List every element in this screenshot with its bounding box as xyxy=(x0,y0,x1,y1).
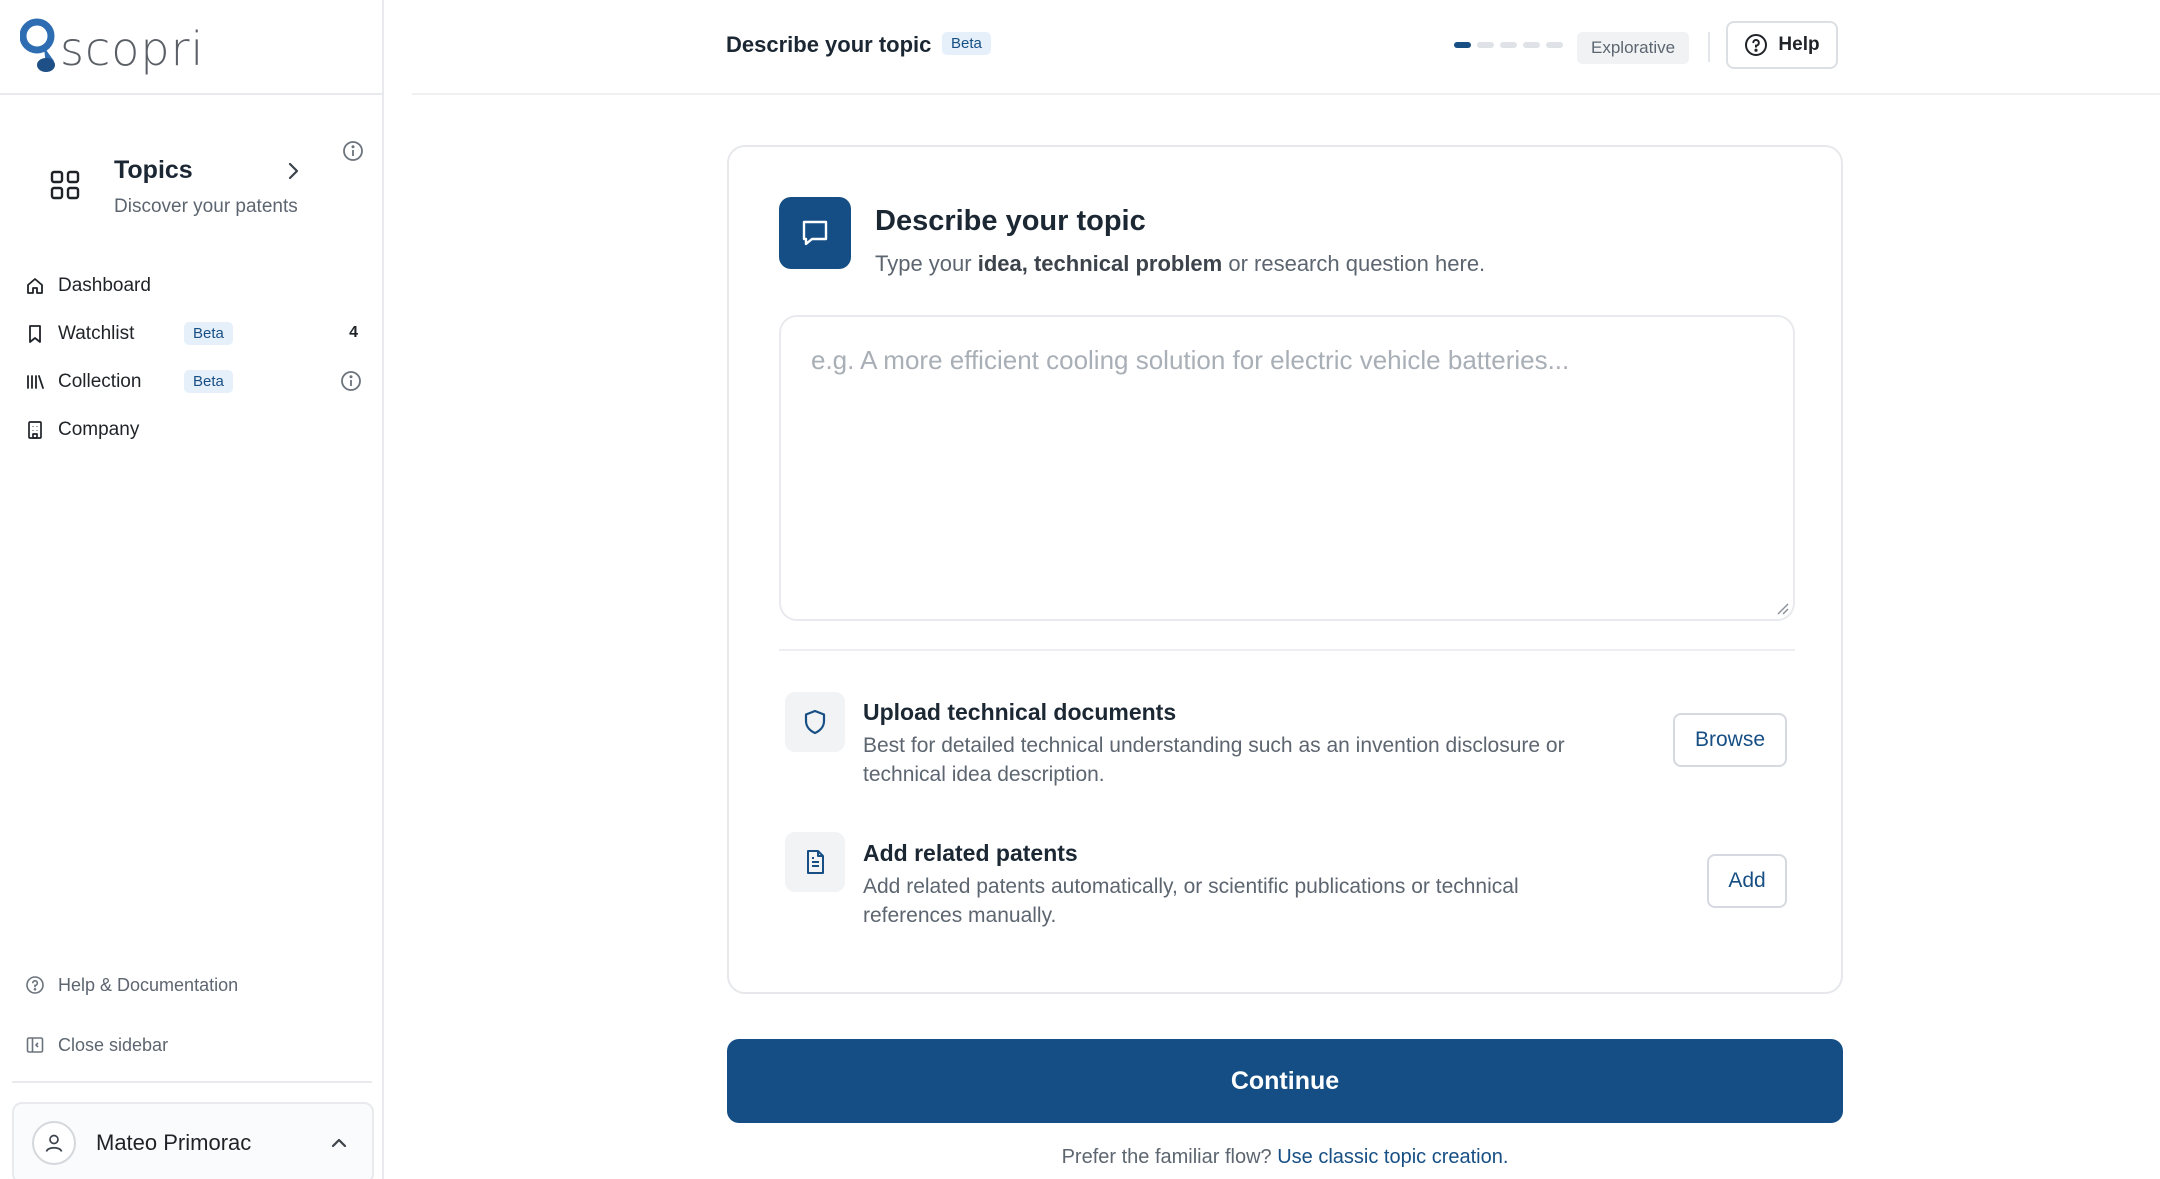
sidebar-item-company[interactable]: Company xyxy=(0,406,384,454)
info-icon[interactable] xyxy=(340,370,362,392)
sidebar-item-label: Watchlist xyxy=(58,323,135,344)
card-subtitle: Type your idea, technical problem or res… xyxy=(875,251,1485,277)
sidebar-bottom-links: Help & Documentation Close sidebar xyxy=(0,955,384,1075)
topic-description-input[interactable] xyxy=(781,317,1793,619)
sidebar-item-dashboard[interactable]: Dashboard xyxy=(0,262,384,310)
card-title: Describe your topic xyxy=(875,205,1146,237)
progress-step xyxy=(1454,42,1471,48)
upload-documents-description: Best for detailed technical understandin… xyxy=(863,734,1565,786)
classic-topic-creation-link[interactable]: Use classic topic creation. xyxy=(1277,1146,1508,1168)
sidebar-item-label: Company xyxy=(58,419,140,440)
beta-badge: Beta xyxy=(184,370,233,393)
help-button[interactable]: Help xyxy=(1726,21,1838,69)
sidebar-divider xyxy=(12,1081,372,1083)
chevron-up-icon[interactable] xyxy=(328,1132,350,1154)
beta-badge: Beta xyxy=(184,322,233,345)
subtitle-suffix: or research question here. xyxy=(1222,251,1486,276)
page-title: Describe your topic xyxy=(726,32,932,57)
subtitle-prefix: Type your xyxy=(875,251,978,276)
avatar xyxy=(32,1121,76,1165)
topics-section[interactable]: Topics Discover your patents xyxy=(0,140,384,230)
sidebar-item-watchlist[interactable]: Watchlist Beta 4 xyxy=(0,310,384,358)
help-circle-icon xyxy=(1745,34,1768,56)
top-bar: Describe your topic Beta Explorative Hel… xyxy=(412,0,2160,95)
add-button[interactable]: Add xyxy=(1707,854,1787,908)
card-divider xyxy=(779,649,1795,651)
add-patents-title: Add related patents xyxy=(863,840,1078,866)
progress-step xyxy=(1546,42,1563,48)
bookmark-icon xyxy=(24,323,46,345)
beta-badge: Beta xyxy=(942,32,991,55)
continue-button[interactable]: Continue xyxy=(727,1039,1843,1123)
watchlist-count: 4 xyxy=(349,324,358,341)
progress-step xyxy=(1500,42,1517,48)
close-sidebar-label: Close sidebar xyxy=(58,1034,169,1055)
help-documentation-link[interactable]: Help & Documentation xyxy=(0,955,384,1015)
help-circle-icon xyxy=(24,974,46,996)
shield-icon xyxy=(785,692,845,752)
progress-step xyxy=(1477,42,1494,48)
step-progress xyxy=(1454,42,1563,48)
sidebar-collapse-icon xyxy=(24,1034,46,1056)
chevron-right-icon[interactable] xyxy=(282,160,304,182)
sidebar-item-label: Collection xyxy=(58,371,142,392)
browse-button[interactable]: Browse xyxy=(1673,713,1787,767)
home-icon xyxy=(24,275,46,297)
document-icon xyxy=(785,832,845,892)
sidebar-nav: Dashboard Watchlist Beta 4 Collection Be… xyxy=(0,262,384,454)
help-button-label: Help xyxy=(1778,34,1820,55)
logo-mark-icon xyxy=(20,18,55,72)
grid-icon xyxy=(50,170,80,200)
help-documentation-label: Help & Documentation xyxy=(58,974,239,995)
library-icon xyxy=(24,371,46,393)
logo-bar: scopri xyxy=(0,0,382,95)
subtitle-emphasis: idea, technical problem xyxy=(977,251,1223,276)
add-patents-description: Add related patents automatically, or sc… xyxy=(863,875,1519,927)
describe-topic-card: Describe your topic Type your idea, tech… xyxy=(727,145,1843,994)
topics-title: Topics xyxy=(114,156,193,184)
user-menu[interactable]: Mateo Primorac xyxy=(12,1102,374,1179)
user-icon xyxy=(45,1134,63,1152)
topics-subtitle: Discover your patents xyxy=(114,196,298,217)
building-icon xyxy=(24,419,46,441)
upload-documents-title: Upload technical documents xyxy=(863,699,1177,725)
sidebar: scopri Topics Discover your patents Dash… xyxy=(0,0,384,1179)
classic-flow-prompt: Prefer the familiar flow? Use classic to… xyxy=(727,1146,1843,1169)
sidebar-item-collection[interactable]: Collection Beta xyxy=(0,358,384,406)
header-divider xyxy=(1708,32,1710,62)
progress-step xyxy=(1523,42,1540,48)
close-sidebar-button[interactable]: Close sidebar xyxy=(0,1015,384,1075)
classic-flow-text: Prefer the familiar flow? xyxy=(1061,1146,1272,1168)
message-icon xyxy=(779,197,851,269)
info-icon[interactable] xyxy=(342,140,364,162)
mode-indicator: Explorative xyxy=(1577,32,1690,64)
brand-logo[interactable]: scopri xyxy=(20,17,204,77)
topic-input-wrapper xyxy=(779,315,1795,621)
resize-handle-icon[interactable] xyxy=(1775,601,1789,615)
user-name: Mateo Primorac xyxy=(96,1130,252,1155)
logo-text: scopri xyxy=(60,21,205,76)
app-root: scopri Topics Discover your patents Dash… xyxy=(0,0,2160,1179)
sidebar-item-label: Dashboard xyxy=(58,275,151,296)
